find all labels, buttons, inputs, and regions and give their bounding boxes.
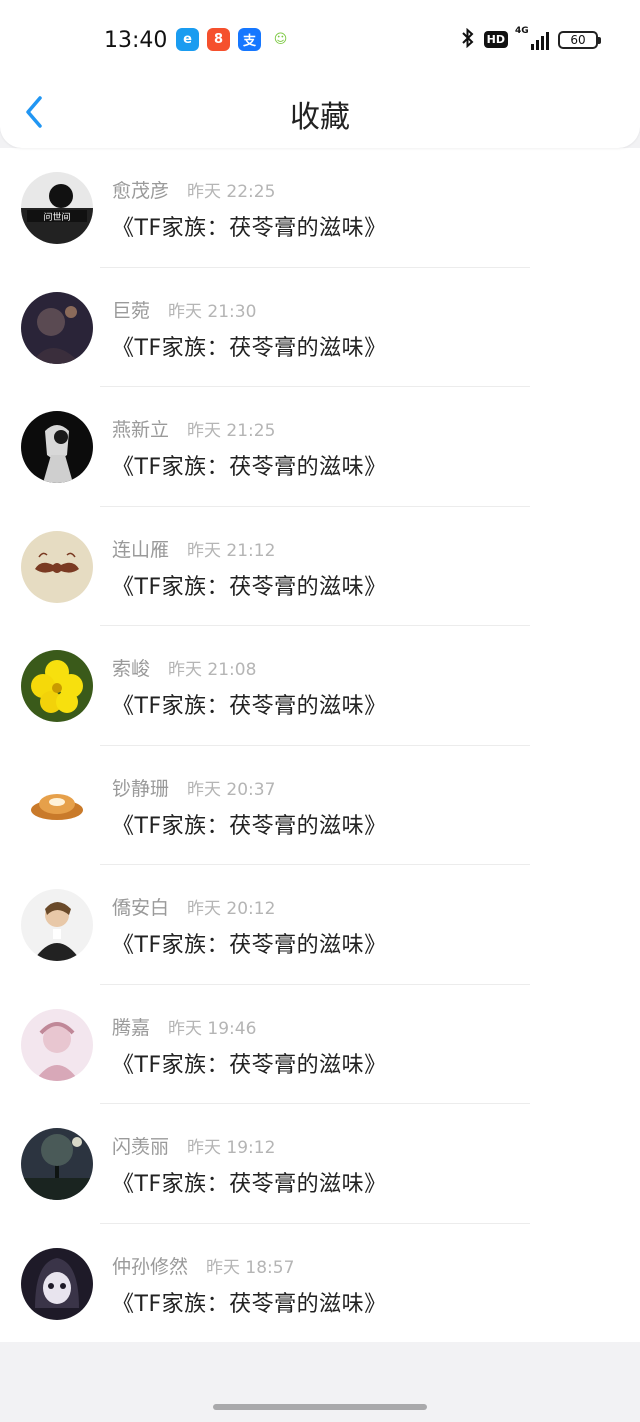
user-name: 僑安白 xyxy=(112,897,170,919)
list-item[interactable]: 索峻 昨天 21:08 《TF家族：茯苓膏的滋味》 xyxy=(0,626,640,746)
avatar[interactable] xyxy=(21,291,93,364)
status-time: 13:40 xyxy=(104,28,168,53)
avatar[interactable] xyxy=(21,769,93,842)
favorite-title[interactable]: 《TF家族：茯苓膏的滋味》 xyxy=(112,688,387,720)
avatar[interactable] xyxy=(21,650,93,722)
item-meta: 僑安白 昨天 20:12 xyxy=(112,893,275,920)
avatar[interactable] xyxy=(21,411,93,483)
item-meta: 腾嘉 昨天 19:46 xyxy=(112,1013,256,1040)
cellular-signal-icon: 4G xyxy=(515,26,549,50)
list-item[interactable]: 问世间 愈茂彦 昨天 22:25 《TF家族：茯苓膏的滋味》 xyxy=(0,148,640,268)
list-item[interactable]: 仲孙修然 昨天 18:57 《TF家族：茯苓膏的滋味》 xyxy=(0,1224,640,1344)
list-item[interactable]: 腾嘉 昨天 19:46 《TF家族：茯苓膏的滋味》 xyxy=(0,985,640,1104)
avatar[interactable] xyxy=(21,1247,93,1320)
item-meta: 索峻 昨天 21:08 xyxy=(112,654,256,681)
item-meta: 愈茂彦 昨天 22:25 xyxy=(112,176,275,203)
user-name: 连山雁 xyxy=(112,538,170,561)
favorite-title[interactable]: 《TF家族：茯苓膏的滋味》 xyxy=(112,210,387,242)
page-title: 收藏 xyxy=(290,100,350,135)
user-name: 愈茂彦 xyxy=(112,180,170,202)
status-bar: 13:40 e 8 支 ☺ HD 4G 60 xyxy=(0,22,640,62)
item-meta: 仲孙修然 昨天 18:57 xyxy=(112,1252,294,1279)
timestamp: 昨天 21:08 xyxy=(168,660,257,680)
favorite-title[interactable]: 《TF家族：茯苓膏的滋味》 xyxy=(112,1047,387,1079)
favorite-title[interactable]: 《TF家族：茯苓膏的滋味》 xyxy=(112,449,387,481)
list-item[interactable]: 僑安白 昨天 20:12 《TF家族：茯苓膏的滋味》 xyxy=(0,865,640,985)
item-meta: 钞静珊 昨天 20:37 xyxy=(112,774,275,801)
timestamp: 昨天 21:12 xyxy=(187,540,276,561)
avatar[interactable]: 问世间 xyxy=(21,172,93,244)
list-item[interactable]: 连山雁 昨天 21:12 《TF家族：茯苓膏的滋味》 xyxy=(0,507,640,626)
list-item[interactable]: 燕新立 昨天 21:25 《TF家族：茯苓膏的滋味》 xyxy=(0,387,640,507)
item-meta: 巨菀 昨天 21:30 xyxy=(112,296,256,323)
user-name: 闪羡丽 xyxy=(112,1136,170,1158)
timestamp: 昨天 22:25 xyxy=(187,182,276,202)
timestamp: 昨天 19:46 xyxy=(168,1018,257,1039)
favorite-title[interactable]: 《TF家族：茯苓膏的滋味》 xyxy=(112,808,387,840)
user-name: 索峻 xyxy=(112,658,151,680)
ele-me-app-icon: e xyxy=(176,28,199,51)
app-header: 13:40 e 8 支 ☺ HD 4G 60 收藏 xyxy=(0,0,640,148)
item-meta: 燕新立 昨天 21:25 xyxy=(112,415,275,442)
user-name: 燕新立 xyxy=(112,419,170,441)
hd-voice-badge: HD xyxy=(483,31,508,48)
timestamp: 昨天 18:57 xyxy=(206,1257,295,1278)
user-name: 钞静珊 xyxy=(112,777,170,800)
timestamp: 昨天 20:37 xyxy=(187,779,276,800)
avatar[interactable] xyxy=(21,1008,93,1081)
svg-text:问世间: 问世间 xyxy=(43,211,70,223)
avatar[interactable] xyxy=(21,530,93,603)
status-indicators: HD 4G 60 xyxy=(461,26,601,51)
alipay-app-icon: 支 xyxy=(238,28,261,51)
list-item[interactable]: 闪羡丽 昨天 19:12 《TF家族：茯苓膏的滋味》 xyxy=(0,1104,640,1224)
home-indicator[interactable] xyxy=(213,1404,427,1410)
user-name: 腾嘉 xyxy=(112,1016,151,1039)
battery-icon: 60 xyxy=(558,30,601,49)
favorite-title[interactable]: 《TF家族：茯苓膏的滋味》 xyxy=(112,569,387,601)
item-meta: 连山雁 昨天 21:12 xyxy=(112,535,275,562)
timestamp: 昨天 21:30 xyxy=(168,301,257,322)
list-item[interactable]: 钞静珊 昨天 20:37 《TF家族：茯苓膏的滋味》 xyxy=(0,746,640,865)
favorites-list: 问世间 愈茂彦 昨天 22:25 《TF家族：茯苓膏的滋味》 巨菀 昨天 21:… xyxy=(0,148,640,1342)
wechat-mini-icon: ☺ xyxy=(269,28,292,51)
notification-app-icons: e 8 支 ☺ xyxy=(176,28,292,51)
avatar[interactable] xyxy=(21,1128,93,1200)
bluetooth-icon xyxy=(461,27,475,51)
favorite-title[interactable]: 《TF家族：茯苓膏的滋味》 xyxy=(112,1166,387,1198)
favorite-title[interactable]: 《TF家族：茯苓膏的滋味》 xyxy=(112,330,387,362)
user-name: 仲孙修然 xyxy=(112,1255,189,1278)
list-item[interactable]: 巨菀 昨天 21:30 《TF家族：茯苓膏的滋味》 xyxy=(0,268,640,387)
favorite-title[interactable]: 《TF家族：茯苓膏的滋味》 xyxy=(112,1286,387,1318)
item-meta: 闪羡丽 昨天 19:12 xyxy=(112,1132,275,1159)
bottom-area xyxy=(0,1342,640,1422)
navigation-bar: 收藏 xyxy=(0,80,640,144)
avatar[interactable] xyxy=(21,889,93,961)
timestamp: 昨天 20:12 xyxy=(187,899,276,919)
timestamp: 昨天 21:25 xyxy=(187,421,276,441)
kuaishou-app-icon: 8 xyxy=(207,28,230,51)
favorite-title[interactable]: 《TF家族：茯苓膏的滋味》 xyxy=(112,927,387,959)
timestamp: 昨天 19:12 xyxy=(187,1138,276,1158)
user-name: 巨菀 xyxy=(112,299,151,322)
